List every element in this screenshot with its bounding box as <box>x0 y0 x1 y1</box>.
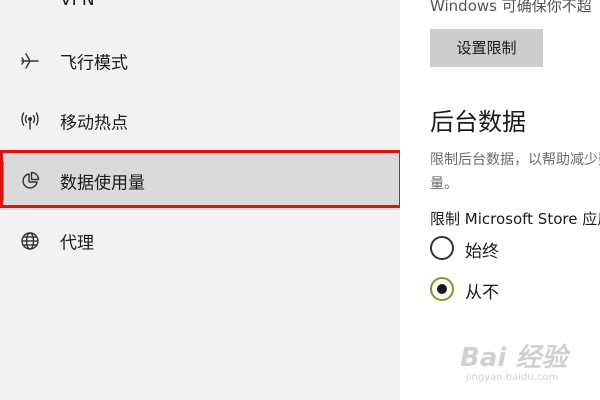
watermark-url: jingyan.baidu.com <box>466 372 559 383</box>
sidebar-item-label: 代理 <box>60 233 94 254</box>
hotspot-icon <box>20 111 40 131</box>
store-apps-limit-label: 限制 Microsoft Store 应用 <box>430 210 600 228</box>
radio-label: 始终 <box>465 242 499 262</box>
set-limit-button[interactable]: 设置限制 <box>430 29 543 67</box>
sidebar-item-vpn-label[interactable]: VPN <box>60 0 95 10</box>
airplane-icon <box>20 51 40 71</box>
globe-icon <box>20 231 40 251</box>
sidebar-item-label: 数据使用量 <box>60 173 145 194</box>
background-data-description: 限制后台数据，以帮助减少数据使用量。 <box>430 152 600 192</box>
radio-circle[interactable] <box>430 236 454 260</box>
sidebar-item-mobile-hotspot[interactable]: 移动热点 <box>0 92 400 150</box>
sidebar-item-data-usage[interactable]: 数据使用量 <box>0 152 400 210</box>
sidebar-item-proxy[interactable]: 代理 <box>0 212 400 270</box>
radio-circle[interactable] <box>430 277 454 301</box>
pie-chart-icon <box>20 171 40 191</box>
sidebar-item-label: 移动热点 <box>60 113 128 134</box>
sidebar-item-label: 飞行模式 <box>60 53 128 74</box>
data-limit-description: Windows 可确保你不超 <box>430 0 592 15</box>
radio-label: 从不 <box>465 283 499 303</box>
baidu-jingyan-watermark: Bai 经验 jingyan.baidu.com <box>460 335 600 395</box>
sidebar: VPN 飞行模式 移动热点 数据使用量 代理 <box>0 0 400 400</box>
sidebar-item-airplane-mode[interactable]: 飞行模式 <box>0 32 400 90</box>
watermark-brand: Bai 经验 <box>460 343 568 373</box>
background-data-title: 后台数据 <box>430 108 526 136</box>
